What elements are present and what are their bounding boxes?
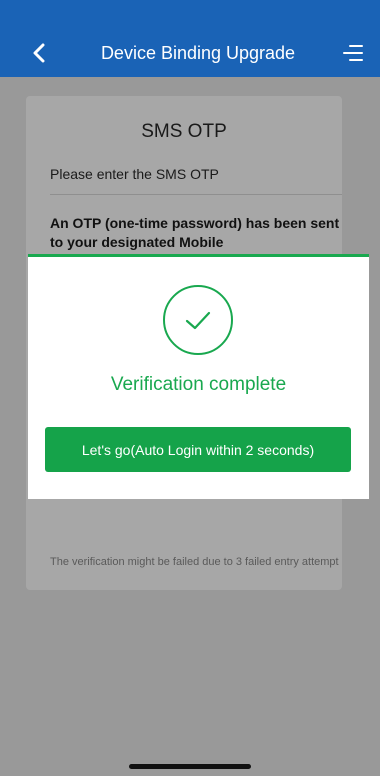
failed-attempt-note: The verification might be failed due to …: [50, 556, 339, 568]
verification-message: Verification complete: [110, 374, 287, 395]
check-circle-icon: [162, 284, 234, 356]
home-indicator: [129, 764, 251, 769]
app-header: Device Binding Upgrade: [0, 30, 380, 77]
verification-modal: Verification complete Let's go(Auto Logi…: [28, 254, 369, 499]
divider: [50, 194, 342, 195]
otp-sent-message: An OTP (one-time password) has been sent…: [50, 215, 340, 250]
page-title: Device Binding Upgrade: [100, 43, 296, 63]
status-bar: [0, 0, 380, 30]
card-title: SMS OTP: [141, 121, 227, 142]
menu-icon[interactable]: [342, 42, 364, 64]
card-subtitle: Please enter the SMS OTP: [50, 166, 219, 182]
lets-go-button[interactable]: Let's go(Auto Login within 2 seconds): [45, 427, 351, 472]
